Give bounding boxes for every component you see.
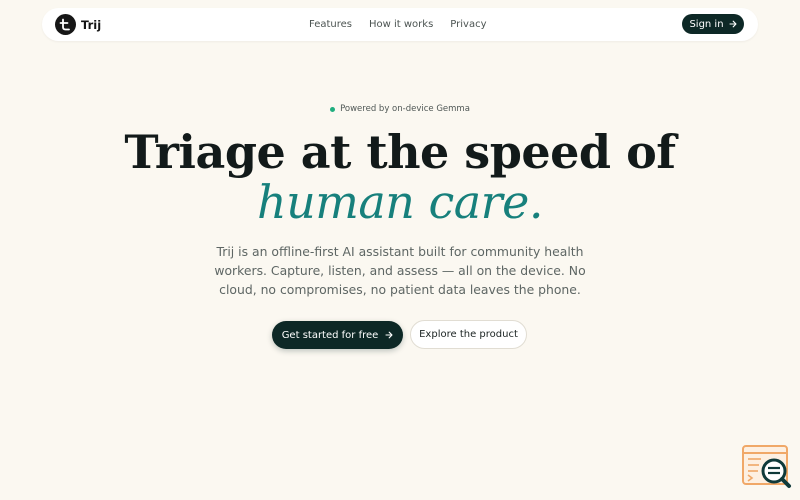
sign-in-button[interactable]: Sign in <box>682 14 744 34</box>
explore-product-button[interactable]: Explore the product <box>410 320 527 349</box>
brand-logo-link[interactable]: Trij <box>55 14 101 35</box>
search-feedback-icon <box>742 445 791 488</box>
powered-by-badge: Powered by on-device Gemma <box>0 104 800 114</box>
nav-link-privacy[interactable]: Privacy <box>450 19 486 30</box>
arrow-right-icon <box>385 331 393 339</box>
top-navbar: Trij Features How it works Privacy Sign … <box>42 8 758 41</box>
get-started-button[interactable]: Get started for free <box>272 321 403 349</box>
arrow-right-icon <box>728 20 737 28</box>
brand-name: Trij <box>81 17 102 32</box>
nav-link-how-it-works[interactable]: How it works <box>369 19 433 30</box>
nav-link-features[interactable]: Features <box>309 19 352 30</box>
badge-text: Powered by on-device Gemma <box>340 104 470 114</box>
hero-description: Trij is an offline-first AI assistant bu… <box>214 244 586 297</box>
nav-links: Features How it works Privacy <box>309 8 504 41</box>
hero-headline-accent: human care. <box>256 175 544 229</box>
explore-product-label: Explore the product <box>419 329 518 340</box>
get-started-label: Get started for free <box>281 329 379 341</box>
brand-mark-icon <box>55 14 76 35</box>
status-dot-icon <box>330 106 336 112</box>
search-feedback-widget[interactable] <box>741 444 793 490</box>
sign-in-label: Sign in <box>689 18 724 30</box>
hero-headline: Triage at the speed of <box>124 125 676 179</box>
